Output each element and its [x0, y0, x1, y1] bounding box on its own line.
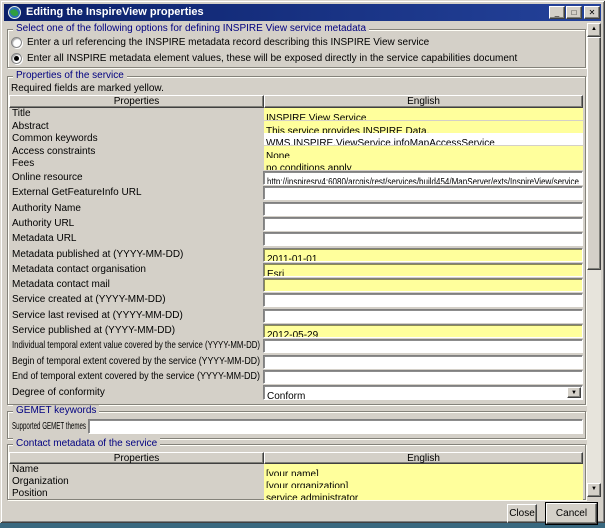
cell-value: [your organization]	[266, 481, 348, 488]
metadata-contact-organisation-input[interactable]: Esri	[263, 263, 583, 277]
fees-label: Fees	[12, 158, 34, 170]
title-bar[interactable]: Editing the InspireView properties _ □ ✕	[4, 4, 601, 21]
begin-of-temporal-extent-covered-by-the-service-yyyy-mm-dd-label: Begin of temporal extent covered by the …	[12, 355, 260, 369]
name-value-cell[interactable]: [your name]	[264, 464, 583, 476]
fees-value-cell[interactable]: no conditions apply	[264, 158, 583, 170]
english-column-header[interactable]: English	[264, 95, 583, 108]
cell-value: [your name]	[266, 469, 319, 476]
name-label: Name	[12, 464, 39, 476]
position-value-cell[interactable]: service administrator	[264, 488, 583, 500]
required-note: Required fields are marked yellow.	[11, 83, 164, 94]
service-created-at-yyyy-mm-dd-input[interactable]	[263, 293, 583, 307]
scroll-down-button[interactable]: ▼	[587, 483, 601, 497]
minimize-button[interactable]: _	[549, 6, 565, 19]
gemet-group-legend: GEMET keywords	[13, 405, 99, 416]
maximize-button[interactable]: □	[566, 6, 582, 19]
common-keywords-label: Common keywords	[12, 133, 98, 145]
online-resource-label: Online resource	[12, 171, 83, 185]
properties-column-header[interactable]: Properties	[9, 95, 264, 108]
cell-value: None	[266, 151, 290, 158]
degree-of-conformity-value: Conform	[267, 391, 305, 400]
abstract-value-cell[interactable]: This service provides INSPIRE Data.	[264, 121, 583, 133]
contact-properties-column-header[interactable]: Properties	[9, 452, 264, 464]
service-last-revised-at-yyyy-mm-dd-label: Service last revised at (YYYY-MM-DD)	[12, 309, 183, 323]
metadata-published-at-yyyy-mm-dd-label: Metadata published at (YYYY-MM-DD)	[12, 248, 183, 262]
organization-label: Organization	[12, 476, 69, 488]
metadata-contact-organisation-label: Metadata contact organisation	[12, 263, 146, 277]
cell-value: service administrator	[266, 493, 358, 500]
options-group-legend: Select one of the following options for …	[13, 23, 369, 34]
position-label: Position	[12, 488, 48, 500]
input-value: Esri	[267, 269, 284, 277]
cell-value: INSPIRE View Service	[266, 113, 366, 120]
service-published-at-yyyy-mm-dd-label: Service published at (YYYY-MM-DD)	[12, 324, 175, 338]
online-resource-input[interactable]: http://inspiresrv4:6080/arcgis/rest/serv…	[263, 171, 583, 185]
scroll-thumb[interactable]	[587, 37, 601, 270]
input-value: http://inspiresrv4:6080/arcgis/rest/serv…	[267, 177, 579, 185]
radio-url-option[interactable]	[11, 37, 22, 48]
title-label: Title	[12, 108, 31, 120]
degree-of-conformity-dropdown[interactable]: Conform ▼	[263, 385, 583, 400]
radio-values-option-label: Enter all INSPIRE metadata element value…	[27, 53, 517, 64]
authority-name-input[interactable]	[263, 202, 583, 216]
access-constraints-value-cell[interactable]: None	[264, 146, 583, 158]
metadata-contact-mail-label: Metadata contact mail	[12, 278, 110, 292]
external-getfeatureinfo-url-input[interactable]	[263, 186, 583, 200]
service-created-at-yyyy-mm-dd-label: Service created at (YYYY-MM-DD)	[12, 293, 166, 307]
input-value: 2011-01-01	[267, 254, 317, 262]
properties-group-legend: Properties of the service	[13, 70, 127, 81]
app-icon	[8, 6, 21, 19]
end-of-temporal-extent-covered-by-the-service-yyyy-mm-dd-input[interactable]	[263, 370, 583, 384]
contact-english-column-header[interactable]: English	[264, 452, 583, 464]
service-last-revised-at-yyyy-mm-dd-input[interactable]	[263, 309, 583, 323]
begin-of-temporal-extent-covered-by-the-service-yyyy-mm-dd-input[interactable]	[263, 355, 583, 369]
authority-url-label: Authority URL	[12, 217, 74, 231]
titlebar-close-button[interactable]: ✕	[584, 6, 600, 19]
end-of-temporal-extent-covered-by-the-service-yyyy-mm-dd-label: End of temporal extent covered by the se…	[12, 370, 260, 384]
common-keywords-value-cell[interactable]: WMS,INSPIRE,ViewService,infoMapAccessSer…	[264, 133, 583, 145]
scroll-up-button[interactable]: ▲	[587, 23, 601, 37]
gemet-themes-label: Supported GEMET themes	[12, 419, 86, 434]
footer-cancel-button[interactable]: Cancel	[546, 503, 597, 524]
abstract-label: Abstract	[12, 121, 49, 133]
degree-of-conformity-label: Degree of conformity	[12, 385, 105, 400]
dialog-window: Editing the InspireView properties _ □ ✕…	[0, 0, 605, 528]
service-published-at-yyyy-mm-dd-input[interactable]: 2012-05-29	[263, 324, 583, 338]
cell-value: This service provides INSPIRE Data.	[266, 126, 429, 133]
individual-temporal-extent-value-covered-by-the-service-yyyy-mm-dd-label: Individual temporal extent value covered…	[12, 339, 260, 353]
cell-value: no conditions apply	[266, 163, 352, 170]
external-getfeatureinfo-url-label: External GetFeatureInfo URL	[12, 186, 142, 200]
authority-url-input[interactable]	[263, 217, 583, 231]
radio-values-option[interactable]	[11, 53, 22, 64]
metadata-contact-mail-input[interactable]	[263, 278, 583, 292]
organization-value-cell[interactable]: [your organization]	[264, 476, 583, 488]
gemet-themes-input[interactable]	[88, 419, 583, 434]
window-title: Editing the InspireView properties	[26, 6, 204, 18]
dialog-body: Editing the InspireView properties _ □ ✕…	[0, 0, 605, 523]
input-value: 2012-05-29	[267, 330, 318, 338]
metadata-published-at-yyyy-mm-dd-input[interactable]: 2011-01-01	[263, 248, 583, 262]
dropdown-arrow-icon[interactable]: ▼	[567, 387, 581, 398]
footer-close-button[interactable]: Close	[507, 504, 537, 523]
cell-value: WMS,INSPIRE,ViewService,infoMapAccessSer…	[266, 138, 495, 145]
authority-name-label: Authority Name	[12, 202, 81, 216]
radio-url-option-label: Enter a url referencing the INSPIRE meta…	[27, 37, 429, 48]
metadata-url-input[interactable]	[263, 232, 583, 246]
title-value-cell[interactable]: INSPIRE View Service	[264, 108, 583, 120]
metadata-url-label: Metadata URL	[12, 232, 76, 246]
individual-temporal-extent-value-covered-by-the-service-yyyy-mm-dd-input[interactable]	[263, 339, 583, 353]
contact-group-legend: Contact metadata of the service	[13, 438, 160, 449]
access-constraints-label: Access constraints	[12, 146, 95, 158]
